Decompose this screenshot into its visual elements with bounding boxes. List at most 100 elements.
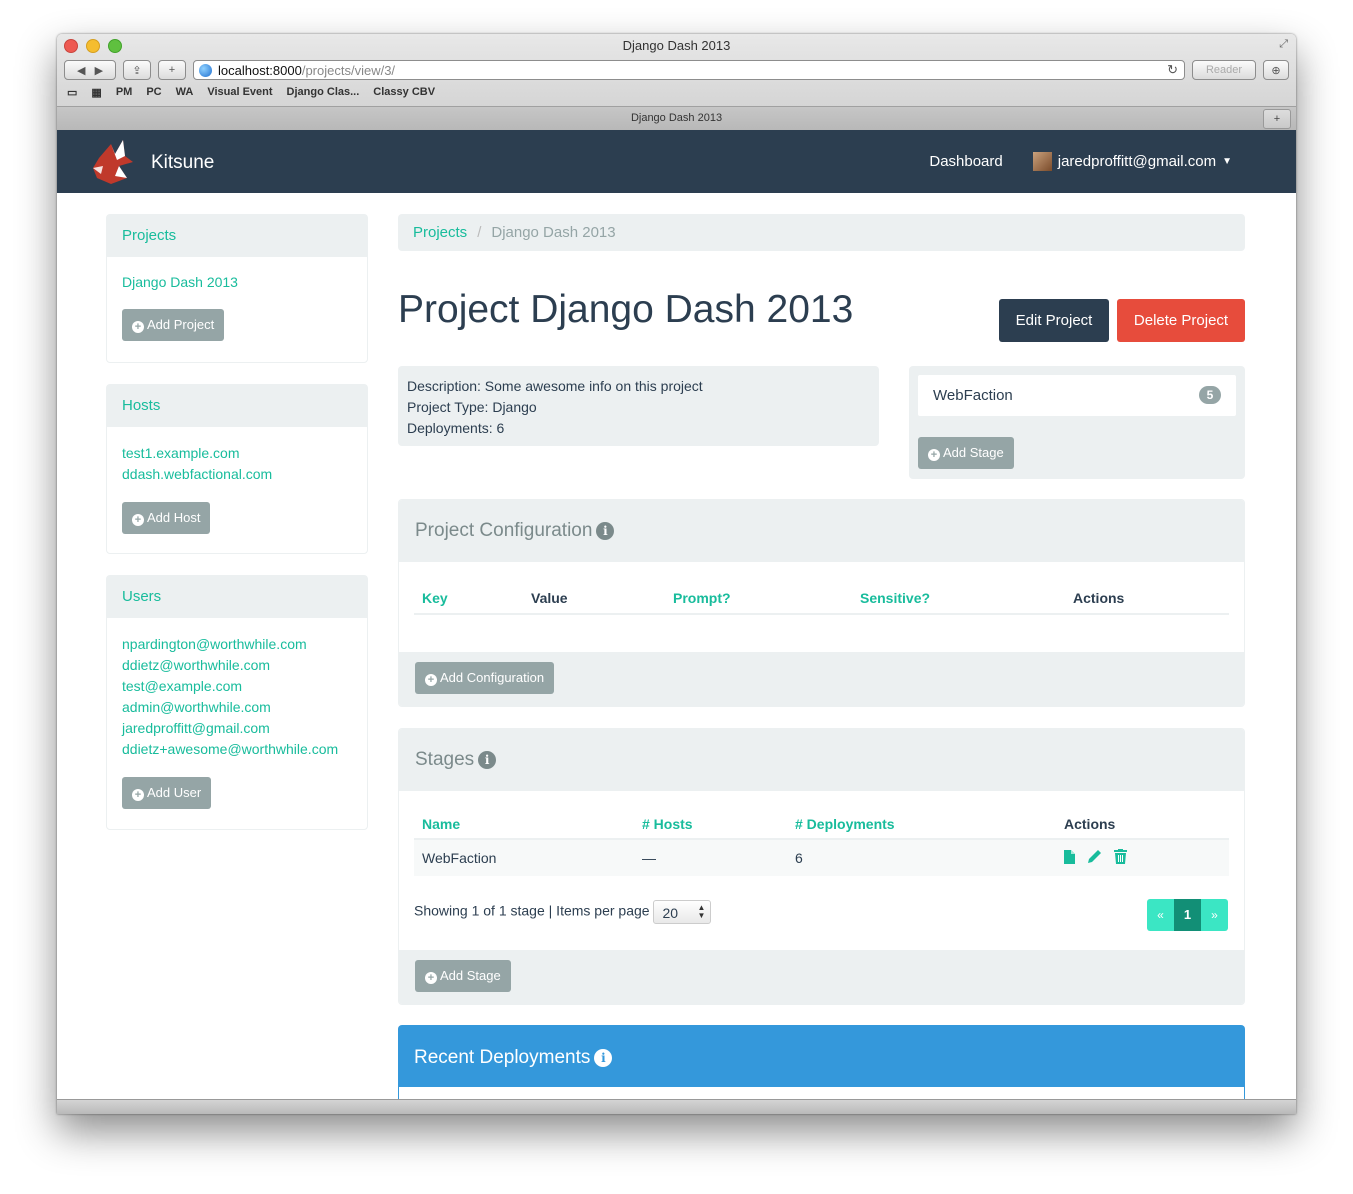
config-col-prompt[interactable]: Prompt? bbox=[672, 582, 859, 614]
stage-hosts-cell: — bbox=[642, 850, 656, 866]
delete-project-button[interactable]: Delete Project bbox=[1117, 299, 1245, 342]
breadcrumb-separator: / bbox=[477, 224, 482, 241]
sidebar-user-item[interactable]: jaredproffitt@gmail.com bbox=[122, 718, 352, 739]
browser-window: Django Dash 2013 ⤢ ◀ ▶ ⇪ + localhost:800… bbox=[57, 34, 1296, 1114]
pager-page-1[interactable]: 1 bbox=[1174, 899, 1201, 931]
project-type: Project Type: Django bbox=[407, 399, 537, 415]
app-navbar: Kitsune Dashboard jaredproffitt@gmail.co… bbox=[57, 130, 1296, 194]
bookmark-pm[interactable]: PM bbox=[116, 86, 133, 99]
browser-chrome: Django Dash 2013 ⤢ ◀ ▶ ⇪ + localhost:800… bbox=[57, 34, 1296, 130]
avatar bbox=[1032, 152, 1052, 171]
url-path: /projects/view/3/ bbox=[301, 62, 396, 78]
sidebar-user-item[interactable]: admin@worthwhile.com bbox=[122, 697, 352, 718]
bookmark-wa[interactable]: WA bbox=[176, 86, 194, 99]
add-host-button[interactable]: + Add Host bbox=[122, 502, 211, 534]
recent-deployments-header: Recent Deployments i bbox=[398, 1025, 1245, 1091]
breadcrumb-projects-link[interactable]: Projects bbox=[413, 224, 467, 241]
user-menu-toggle[interactable]: jaredproffitt@gmail.com bbox=[1058, 153, 1216, 170]
share-icon[interactable]: ⇪ bbox=[123, 60, 151, 80]
sidebar-host-item[interactable]: ddash.webfactional.com bbox=[122, 464, 352, 485]
bookmarks-bar: ▭ ▦ PM PC WA Visual Event Django Clas...… bbox=[67, 86, 435, 99]
stages-col-deployments[interactable]: # Deployments bbox=[794, 809, 1063, 839]
stages-pagination-summary: Showing 1 of 1 stage | Items per page 20… bbox=[414, 900, 712, 924]
sidebar-user-item[interactable]: test@example.com bbox=[122, 676, 352, 697]
edit-project-button[interactable]: Edit Project bbox=[999, 299, 1109, 342]
page-content: Projects Django Dash 2013 + Add Project H… bbox=[57, 193, 1296, 1114]
config-col-actions: Actions bbox=[1073, 589, 1125, 606]
pager-next-button[interactable]: » bbox=[1201, 899, 1228, 931]
bookmark-classy-cbv[interactable]: Classy CBV bbox=[373, 86, 435, 99]
stages-header: Stages i bbox=[399, 729, 1244, 791]
globe-icon bbox=[199, 63, 212, 77]
recent-deployments-title: Recent Deployments bbox=[414, 1047, 591, 1068]
reload-icon[interactable]: ↻ bbox=[1167, 62, 1178, 78]
sidebar-hosts-title[interactable]: Hosts bbox=[107, 385, 367, 427]
stage-list-item[interactable]: WebFaction 5 bbox=[918, 375, 1236, 416]
config-header: Project Configuration i bbox=[399, 500, 1244, 562]
sidebar-projects-title[interactable]: Projects bbox=[107, 215, 367, 257]
stages-col-name[interactable]: Name bbox=[414, 809, 641, 839]
tab-active[interactable]: Django Dash 2013 bbox=[57, 112, 1296, 124]
plus-circle-icon: + bbox=[132, 789, 144, 801]
back-arrow-icon[interactable]: ◀ bbox=[77, 64, 85, 77]
config-section: Project Configuration i Key Value Prompt?… bbox=[398, 499, 1245, 707]
back-forward-buttons[interactable]: ◀ ▶ bbox=[64, 60, 116, 80]
sidebar-hosts-panel: Hosts test1.example.com ddash.webfaction… bbox=[106, 384, 368, 554]
browser-status-bar bbox=[57, 1099, 1296, 1114]
file-icon[interactable] bbox=[1064, 849, 1075, 868]
add-project-button[interactable]: + Add Project bbox=[122, 309, 225, 341]
url-host: localhost:8000 bbox=[218, 62, 302, 78]
address-bar[interactable]: localhost:8000/projects/view/3/ ↻ bbox=[193, 60, 1185, 80]
window-title: Django Dash 2013 bbox=[622, 38, 731, 53]
config-title: Project Configuration bbox=[415, 520, 593, 541]
config-table: Key Value Prompt? Sensitive? Actions bbox=[414, 582, 1229, 615]
sidebar-host-item[interactable]: test1.example.com bbox=[122, 443, 352, 464]
new-tab-plus-icon[interactable]: + bbox=[158, 60, 186, 80]
browser-toolbar: ◀ ▶ ⇪ + localhost:8000/projects/view/3/ … bbox=[64, 59, 1289, 81]
new-tab-button[interactable]: + bbox=[1263, 109, 1291, 129]
bookmark-pc[interactable]: PC bbox=[146, 86, 161, 99]
chevron-down-icon[interactable]: ▼ bbox=[1222, 156, 1232, 167]
sidebar-user-item[interactable]: ddietz+awesome@worthwhile.com bbox=[122, 739, 352, 760]
plus-circle-icon: + bbox=[425, 674, 437, 686]
breadcrumb: Projects / Django Dash 2013 bbox=[398, 214, 1245, 251]
items-per-page-select[interactable]: 20 ▲ ▼ bbox=[653, 900, 712, 924]
fullscreen-icon[interactable]: ⤢ bbox=[1279, 38, 1288, 51]
reader-button[interactable]: Reader bbox=[1192, 60, 1256, 80]
pager-prev-button[interactable]: « bbox=[1147, 899, 1174, 931]
top-sites-icon[interactable]: ▦ bbox=[91, 86, 101, 99]
add-configuration-button[interactable]: + Add Configuration bbox=[415, 662, 555, 694]
brand-link[interactable]: Kitsune bbox=[89, 138, 214, 188]
stage-name-cell[interactable]: WebFaction bbox=[414, 839, 641, 876]
sidebar-project-item[interactable]: Django Dash 2013 bbox=[122, 272, 352, 293]
breadcrumb-current: Django Dash 2013 bbox=[491, 224, 616, 241]
info-icon[interactable]: i bbox=[596, 522, 615, 540]
downloads-icon[interactable]: ⊕ bbox=[1263, 60, 1289, 80]
config-col-key[interactable]: Key bbox=[414, 582, 530, 614]
project-info-well: Description: Some awesome info on this p… bbox=[398, 366, 879, 446]
add-stage-button-top[interactable]: + Add Stage bbox=[918, 437, 1014, 469]
stages-title: Stages bbox=[415, 749, 475, 770]
forward-arrow-icon[interactable]: ▶ bbox=[95, 64, 103, 77]
bookmark-visual-event[interactable]: Visual Event bbox=[207, 86, 272, 99]
info-icon[interactable]: i bbox=[478, 751, 497, 769]
add-stage-button[interactable]: + Add Stage bbox=[415, 960, 511, 992]
add-user-button[interactable]: + Add User bbox=[122, 777, 212, 809]
stages-section: Stages i Name # Hosts # Deployments Actio… bbox=[398, 728, 1245, 1005]
reading-list-icon[interactable]: ▭ bbox=[67, 86, 77, 99]
stages-col-hosts[interactable]: # Hosts bbox=[641, 809, 794, 839]
stage-list-name: WebFaction bbox=[933, 387, 1013, 404]
config-col-sensitive[interactable]: Sensitive? bbox=[859, 582, 1072, 614]
sidebar-users-title[interactable]: Users bbox=[107, 576, 367, 618]
sidebar-user-item[interactable]: ddietz@worthwhile.com bbox=[122, 655, 352, 676]
project-description: Description: Some awesome info on this p… bbox=[407, 378, 703, 394]
info-icon[interactable]: i bbox=[594, 1049, 613, 1067]
fox-logo-icon bbox=[93, 140, 133, 184]
trash-icon[interactable] bbox=[1113, 848, 1127, 868]
nav-dashboard-link[interactable]: Dashboard bbox=[929, 153, 1002, 170]
sidebar-user-item[interactable]: npardington@worthwhile.com bbox=[122, 634, 352, 655]
pencil-icon[interactable] bbox=[1087, 849, 1102, 868]
stages-col-actions: Actions bbox=[1064, 815, 1116, 832]
bookmark-django-clas[interactable]: Django Clas... bbox=[287, 86, 360, 99]
plus-circle-icon: + bbox=[132, 514, 144, 526]
